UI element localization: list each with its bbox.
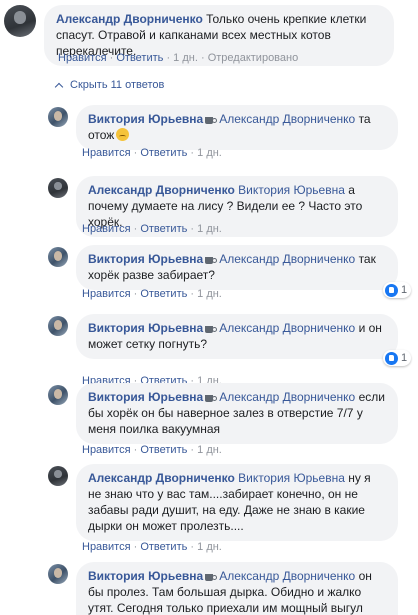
comment-author[interactable]: Александр Дворниченко — [88, 471, 235, 485]
mention-link[interactable]: Александр Дворниченко — [219, 321, 355, 335]
mention-link[interactable]: Александр Дворниченко — [219, 252, 355, 266]
like-link[interactable]: Нравится — [82, 444, 131, 456]
like-link[interactable]: Нравится — [82, 288, 131, 300]
comment-author[interactable]: Александр Дворниченко — [88, 183, 235, 197]
like-link[interactable]: Нравится — [82, 541, 131, 553]
mention-link[interactable]: Александр Дворниченко — [219, 569, 355, 583]
avatar[interactable] — [4, 5, 36, 37]
avatar[interactable] — [48, 385, 68, 405]
comment-author[interactable]: Виктория Юрьевна — [88, 569, 203, 583]
reply-link[interactable]: Ответить — [140, 288, 187, 300]
comment-bubble: Виктория Юрьевна Александр Дворниченко та… — [76, 245, 398, 290]
reply-link[interactable]: Ответить — [116, 52, 163, 64]
timestamp[interactable]: 1 дн. — [197, 223, 222, 235]
comment-author[interactable]: Виктория Юрьевна — [88, 252, 203, 266]
timestamp[interactable]: 1 дн. — [197, 444, 222, 456]
like-icon — [385, 283, 398, 297]
comment-actions: Нравится · Ответить · 1 дн. — [82, 288, 222, 300]
hide-replies-toggle[interactable]: Скрыть 11 ответов — [54, 79, 165, 91]
like-link[interactable]: Нравится — [82, 147, 131, 159]
comment-actions: Нравится · Ответить · 1 дн. · Отредактир… — [58, 52, 299, 64]
reply-link[interactable]: Ответить — [140, 223, 187, 235]
coffee-cup-icon — [205, 255, 218, 264]
chevron-up-icon — [54, 82, 64, 91]
reply-comment: Виктория Юрьевна Александр Дворниченко та… — [48, 245, 398, 290]
reply-link[interactable]: Ответить — [140, 541, 187, 553]
like-link[interactable]: Нравится — [82, 223, 131, 235]
reply-comment: Виктория Юрьевна Александр Дворниченко и … — [48, 314, 398, 359]
mention-link[interactable]: Виктория Юрьевна — [238, 471, 345, 485]
comment-author[interactable]: Александр Дворниченко — [56, 12, 203, 26]
timestamp[interactable]: 1 дн. — [173, 52, 198, 64]
sad-face-emoji-icon — [116, 128, 130, 141]
avatar[interactable] — [48, 247, 68, 267]
comment-bubble: Виктория Юрьевна Александр Дворниченко ес… — [76, 383, 398, 444]
comment-actions: Нравится · Ответить · 1 дн. — [82, 444, 222, 456]
coffee-cup-icon — [205, 572, 218, 581]
comment-bubble: Виктория Юрьевна Александр Дворниченко он… — [76, 562, 398, 615]
comment-actions: Нравится · Ответить · 1 дн. — [82, 147, 222, 159]
comment-author[interactable]: Виктория Юрьевна — [88, 390, 203, 404]
reaction-count[interactable]: 1 — [383, 350, 412, 366]
timestamp[interactable]: 1 дн. — [197, 541, 222, 553]
comment-actions: Нравится · Ответить · 1 дн. — [82, 223, 222, 235]
hide-replies-label: Скрыть 11 ответов — [70, 79, 165, 91]
avatar[interactable] — [48, 316, 68, 336]
edited-status: Отредактировано — [207, 52, 299, 64]
reply-comment: Александр Дворниченко Виктория Юрьевна н… — [48, 464, 398, 541]
reply-comment: Виктория Юрьевна Александр Дворниченко ес… — [48, 383, 398, 444]
comment-author[interactable]: Виктория Юрьевна — [88, 112, 203, 126]
reply-link[interactable]: Ответить — [140, 444, 187, 456]
comment-bubble: Виктория Юрьевна Александр Дворниченко та… — [76, 105, 398, 150]
mention-link[interactable]: Александр Дворниченко — [219, 390, 355, 404]
avatar[interactable] — [48, 107, 68, 127]
mention-link[interactable]: Александр Дворниченко — [219, 112, 355, 126]
coffee-cup-icon — [205, 115, 218, 124]
avatar[interactable] — [48, 178, 68, 198]
reaction-count[interactable]: 1 — [383, 282, 412, 298]
timestamp[interactable]: 1 дн. — [197, 288, 222, 300]
reply-comment: Виктория Юрьевна Александр Дворниченко та… — [48, 105, 398, 150]
reply-link[interactable]: Ответить — [140, 147, 187, 159]
mention-link[interactable]: Виктория Юрьевна — [238, 183, 345, 197]
avatar[interactable] — [48, 564, 68, 584]
comment-actions: Нравится · Ответить · 1 дн. — [82, 541, 222, 553]
coffee-cup-icon — [205, 324, 218, 333]
reply-comment: Виктория Юрьевна Александр Дворниченко он… — [48, 562, 398, 615]
reaction-number: 1 — [401, 352, 408, 364]
comment-bubble: Александр Дворниченко Виктория Юрьевна н… — [76, 464, 398, 541]
avatar[interactable] — [48, 466, 68, 486]
comment-bubble: Виктория Юрьевна Александр Дворниченко и … — [76, 314, 398, 359]
like-link[interactable]: Нравится — [58, 52, 107, 64]
comment-author[interactable]: Виктория Юрьевна — [88, 321, 203, 335]
timestamp[interactable]: 1 дн. — [197, 147, 222, 159]
reaction-number: 1 — [401, 284, 408, 296]
like-icon — [385, 351, 398, 365]
coffee-cup-icon — [205, 393, 218, 402]
